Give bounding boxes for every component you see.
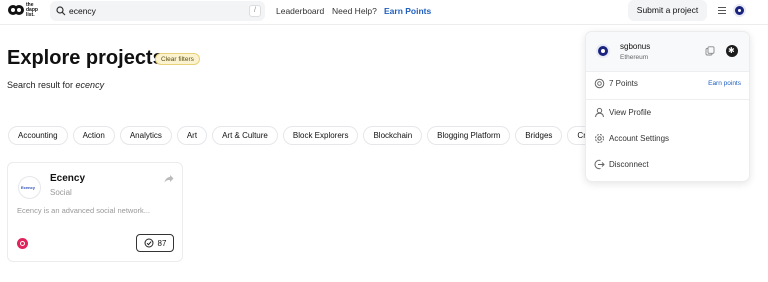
divider: [586, 99, 749, 100]
category-chip[interactable]: Blockchain: [363, 126, 423, 145]
project-card[interactable]: Ecency Ecency Social Ecency is an advanc…: [7, 162, 183, 262]
page-title: Explore projects: [7, 47, 164, 69]
category-chip[interactable]: Art: [176, 126, 208, 145]
category-chip[interactable]: Accounting: [8, 126, 68, 145]
vote-count: 87: [157, 238, 167, 248]
search-input[interactable]: ecency: [69, 6, 96, 16]
gear-icon: [595, 134, 604, 143]
upvote-button[interactable]: 87: [136, 234, 174, 252]
search-bar[interactable]: ecency /: [50, 1, 265, 21]
project-description: Ecency is an advanced social network...: [17, 206, 150, 215]
account-header: sgbonus Ethereum: [586, 32, 749, 72]
avatar: [596, 44, 610, 58]
project-logo-text: Ecency: [21, 185, 36, 190]
nav-leaderboard[interactable]: Leaderboard: [276, 6, 324, 16]
clear-filters-button[interactable]: Clear filters: [155, 53, 200, 65]
copy-icon[interactable]: [705, 46, 715, 56]
earn-points-link[interactable]: Earn points: [708, 80, 741, 87]
menu-item-disconnect[interactable]: Disconnect: [586, 155, 749, 175]
category-chip[interactable]: Block Explorers: [282, 126, 359, 145]
points-label: 7 Points: [609, 79, 638, 88]
check-circle-icon: [144, 238, 154, 248]
submit-project-button[interactable]: Submit a project: [628, 0, 707, 21]
search-result-text: Search result for ecency: [7, 80, 104, 90]
logo[interactable]: the dapp list.: [8, 2, 40, 18]
network-token-icon[interactable]: [726, 45, 738, 57]
account-dropdown: sgbonus Ethereum 7 Points Earn points Vi…: [585, 31, 750, 182]
category-chip[interactable]: Bridges: [515, 126, 563, 145]
chain-badge-icon: [17, 238, 28, 249]
menu-item-account-settings[interactable]: Account Settings: [586, 129, 749, 149]
menu-item-label: Disconnect: [609, 160, 649, 169]
points-row: 7 Points Earn points: [586, 74, 749, 94]
category-chip[interactable]: Action: [72, 126, 115, 145]
category-chip[interactable]: Art & Culture: [212, 126, 278, 145]
menu-item-view-profile[interactable]: View Profile: [586, 103, 749, 123]
nav-earn-points[interactable]: Earn Points: [384, 6, 431, 16]
share-icon[interactable]: [164, 174, 174, 183]
chain-name: Ethereum: [620, 54, 649, 61]
points-icon: [594, 78, 605, 89]
category-filter-list: Accounting Action Analytics Art Art & Cu…: [8, 126, 601, 145]
category-chip[interactable]: Analytics: [119, 126, 172, 145]
menu-item-label: Account Settings: [609, 134, 670, 143]
username: sgbonus: [620, 42, 651, 51]
logo-icon: [8, 5, 24, 15]
search-shortcut-key: /: [249, 5, 261, 17]
logout-icon: [594, 159, 605, 170]
user-icon: [595, 107, 604, 118]
nav-need-help[interactable]: Need Help?: [332, 6, 377, 16]
search-result-query: ecency: [75, 80, 105, 90]
top-bar: the dapp list. ecency / Leaderboard Need…: [0, 0, 768, 25]
hamburger-menu-icon[interactable]: [717, 6, 727, 15]
logo-text: the dapp list.: [26, 1, 38, 18]
user-avatar-button[interactable]: [733, 4, 746, 17]
category-chip[interactable]: Blogging Platform: [427, 126, 511, 145]
search-icon: [56, 6, 66, 16]
project-title[interactable]: Ecency: [50, 173, 85, 184]
project-category: Social: [50, 188, 72, 197]
project-logo: Ecency: [18, 176, 41, 199]
menu-item-label: View Profile: [609, 108, 652, 117]
search-result-prefix: Search result for: [7, 80, 74, 90]
